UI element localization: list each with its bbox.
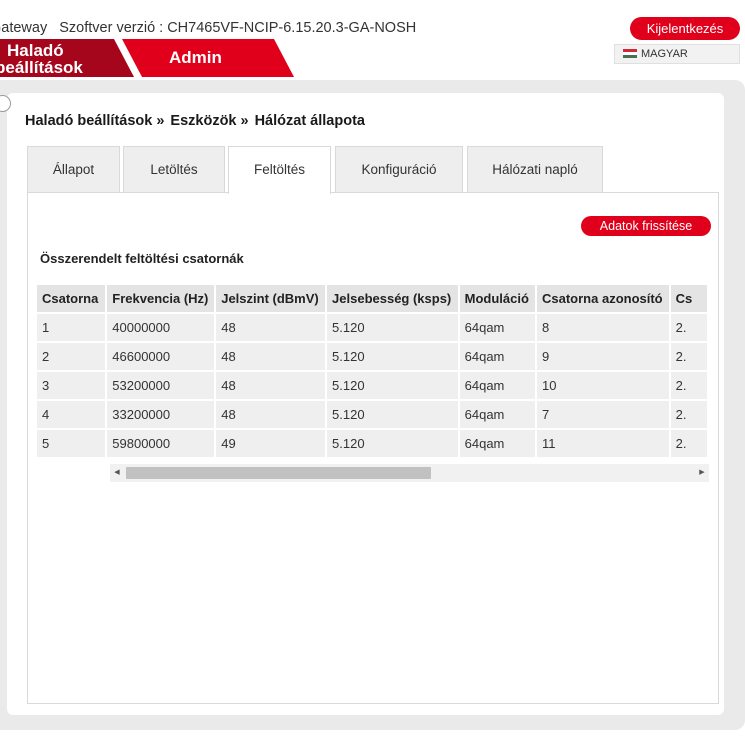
- cell-channel: 1: [37, 314, 106, 341]
- column-header-power-level: Jelszint (dBmV): [216, 285, 326, 312]
- cell-channel: 4: [37, 401, 106, 428]
- tab-downstream[interactable]: Letöltés: [123, 146, 225, 193]
- cell-truncated: 2.: [670, 343, 707, 370]
- hungarian-flag-icon: [623, 49, 637, 58]
- breadcrumb-separator: »: [240, 113, 249, 129]
- cell-truncated: 2.: [670, 314, 707, 341]
- upstream-channel-table: Csatorna Frekvencia (Hz) Jelszint (dBmV)…: [37, 285, 709, 459]
- software-version: Szoftver verzió : CH7465VF-NCIP-6.15.20.…: [59, 20, 417, 36]
- table-row: 3 53200000 48 5.120 64qam 10 2.: [37, 372, 707, 399]
- language-selector[interactable]: MAGYAR: [614, 44, 740, 64]
- breadcrumb-item-advanced[interactable]: Haladó beállítások: [25, 113, 152, 129]
- cell-modulation: 64qam: [459, 343, 535, 370]
- table-row: 5 59800000 49 5.120 64qam 11 2.: [37, 430, 707, 457]
- cell-power-level: 48: [216, 343, 326, 370]
- nav-tab-advanced-settings[interactable]: Haladó beállítások: [0, 39, 134, 77]
- nav-tab-advanced-line2: beállítások: [0, 58, 83, 77]
- tab-status[interactable]: Állapot: [27, 146, 120, 193]
- scroll-left-arrow-icon[interactable]: ◀: [110, 464, 124, 482]
- column-header-frequency: Frekvencia (Hz): [107, 285, 215, 312]
- breadcrumb-item-tools[interactable]: Eszközök: [170, 113, 236, 129]
- cell-channel-id: 8: [537, 314, 669, 341]
- cell-channel: 5: [37, 430, 106, 457]
- cell-modulation: 64qam: [459, 314, 535, 341]
- table-row: 2 46600000 48 5.120 64qam 9 2.: [37, 343, 707, 370]
- cell-modulation: 64qam: [459, 401, 535, 428]
- top-bar: Gateway Szoftver verzió : CH7465VF-NCIP-6…: [0, 0, 745, 80]
- cell-modulation: 64qam: [459, 430, 535, 457]
- horizontal-scrollbar[interactable]: ◀ ▶: [110, 464, 709, 482]
- cell-symbol-rate: 5.120: [327, 430, 458, 457]
- cell-power-level: 49: [216, 430, 326, 457]
- tab-network-log[interactable]: Hálózati napló: [467, 146, 603, 193]
- tab-configuration[interactable]: Konfiguráció: [335, 146, 463, 193]
- cell-frequency: 40000000: [107, 314, 215, 341]
- cell-symbol-rate: 5.120: [327, 343, 458, 370]
- cell-modulation: 64qam: [459, 372, 535, 399]
- cell-channel-id: 9: [537, 343, 669, 370]
- table-row: 1 40000000 48 5.120 64qam 8 2.: [37, 314, 707, 341]
- scroll-right-arrow-icon[interactable]: ▶: [695, 464, 709, 482]
- table-header-row: Csatorna Frekvencia (Hz) Jelszint (dBmV)…: [37, 285, 707, 312]
- gateway-label: Gateway: [0, 20, 48, 36]
- cell-truncated: 2.: [670, 372, 707, 399]
- cell-symbol-rate: 5.120: [327, 314, 458, 341]
- cell-channel-id: 10: [537, 372, 669, 399]
- cell-frequency: 53200000: [107, 372, 215, 399]
- column-header-truncated: Cs: [670, 285, 707, 312]
- cell-truncated: 2.: [670, 430, 707, 457]
- column-header-channel-id: Csatorna azonosító: [537, 285, 669, 312]
- refresh-data-button[interactable]: Adatok frissítése: [581, 216, 711, 236]
- cell-channel: 3: [37, 372, 106, 399]
- logout-button[interactable]: Kijelentkezés: [630, 17, 740, 40]
- nav-tab-admin[interactable]: Admin: [122, 39, 294, 77]
- cell-frequency: 59800000: [107, 430, 215, 457]
- section-title: Összerendelt feltöltési csatornák: [40, 251, 244, 266]
- column-header-channel: Csatorna: [37, 285, 106, 312]
- tab-upstream[interactable]: Feltöltés: [228, 146, 331, 194]
- cell-truncated: 2.: [670, 401, 707, 428]
- cell-symbol-rate: 5.120: [327, 372, 458, 399]
- cell-power-level: 48: [216, 372, 326, 399]
- cell-frequency: 33200000: [107, 401, 215, 428]
- cell-power-level: 48: [216, 401, 326, 428]
- cell-channel: 2: [37, 343, 106, 370]
- cell-channel-id: 11: [537, 430, 669, 457]
- language-label: MAGYAR: [641, 48, 688, 60]
- cell-frequency: 46600000: [107, 343, 215, 370]
- breadcrumb: Haladó beállítások» Eszközök» Hálózat álla…: [25, 113, 365, 129]
- column-header-symbol-rate: Jelsebesség (ksps): [327, 285, 458, 312]
- breadcrumb-item-network-status: Hálózat állapota: [254, 113, 365, 129]
- breadcrumb-separator: »: [156, 113, 165, 129]
- upstream-channel-table-container[interactable]: Csatorna Frekvencia (Hz) Jelszint (dBmV)…: [37, 285, 709, 460]
- cell-symbol-rate: 5.120: [327, 401, 458, 428]
- scrollbar-thumb[interactable]: [126, 467, 431, 479]
- cell-channel-id: 7: [537, 401, 669, 428]
- gateway-info: Gateway Szoftver verzió : CH7465VF-NCIP-6…: [0, 20, 416, 36]
- table-row: 4 33200000 48 5.120 64qam 7 2.: [37, 401, 707, 428]
- nav-tab-advanced-line1: Haladó: [7, 41, 64, 60]
- cell-power-level: 48: [216, 314, 326, 341]
- column-header-modulation: Moduláció: [459, 285, 535, 312]
